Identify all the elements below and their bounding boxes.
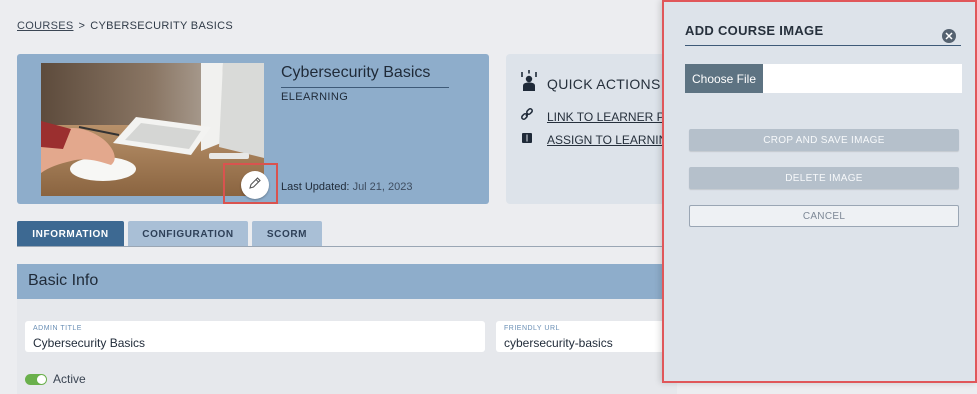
edit-image-button[interactable] — [241, 171, 269, 199]
person-raised-hand-icon — [520, 70, 538, 97]
tab-configuration[interactable]: CONFIGURATION — [128, 221, 248, 247]
pencil-icon — [248, 176, 262, 195]
assign-to-learning-plan-label: ASSIGN TO LEARNING PLAN — [547, 132, 676, 147]
close-button[interactable] — [942, 29, 956, 43]
friendly-url-field[interactable]: FRIENDLY URL cybersecurity-basics — [496, 321, 677, 352]
admin-title-label: ADMIN TITLE — [33, 325, 82, 332]
friendly-url-value: cybersecurity-basics — [504, 336, 613, 350]
link-to-learner-page[interactable]: LINK TO LEARNER PAGE — [520, 108, 676, 125]
crop-and-save-image-button[interactable]: CROP AND SAVE IMAGE — [689, 129, 959, 151]
course-tabs: INFORMATION CONFIGURATION SCORM — [17, 221, 326, 247]
link-to-learner-page-label: LINK TO LEARNER PAGE — [547, 109, 676, 124]
book-icon — [520, 131, 534, 148]
course-title: Cybersecurity Basics — [281, 64, 431, 81]
friendly-url-label: FRIENDLY URL — [504, 325, 560, 332]
breadcrumb: COURSES > CYBERSECURITY BASICS — [17, 20, 233, 32]
delete-image-button[interactable]: DELETE IMAGE — [689, 167, 959, 189]
active-toggle-label: Active — [53, 372, 86, 386]
tab-scorm[interactable]: SCORM — [252, 221, 322, 247]
last-updated-date: Jul 21, 2023 — [352, 181, 413, 193]
quick-actions-header: QUICK ACTIONS — [520, 70, 661, 97]
file-input[interactable]: Choose File — [685, 64, 962, 93]
basic-info-title: Basic Info — [28, 272, 99, 289]
link-icon — [520, 108, 534, 125]
course-title-divider — [281, 87, 449, 88]
admin-title-field[interactable]: ADMIN TITLE Cybersecurity Basics — [25, 321, 485, 352]
add-course-image-panel: ADD COURSE IMAGE Choose File CROP AND SA… — [662, 0, 977, 383]
last-updated-label: Last Updated: — [281, 181, 353, 193]
basic-info-header: Basic Info — [17, 264, 677, 299]
choose-file-button[interactable]: Choose File — [685, 64, 763, 93]
tab-information[interactable]: INFORMATION — [17, 221, 124, 247]
active-toggle[interactable] — [25, 373, 47, 385]
quick-actions-panel: QUICK ACTIONS LINK TO LEARNER PAGE ASSIG… — [506, 54, 676, 204]
active-toggle-row: Active — [25, 372, 86, 386]
modal-title: ADD COURSE IMAGE — [685, 23, 824, 38]
breadcrumb-current: CYBERSECURITY BASICS — [90, 20, 233, 32]
breadcrumb-courses-link[interactable]: COURSES — [17, 20, 74, 32]
tabs-divider — [17, 246, 677, 247]
basic-info-section: Basic Info ADMIN TITLE Cybersecurity Bas… — [17, 264, 677, 394]
breadcrumb-separator: > — [78, 20, 86, 32]
quick-actions-title: QUICK ACTIONS — [547, 75, 661, 92]
assign-to-learning-plan[interactable]: ASSIGN TO LEARNING PLAN — [520, 131, 676, 148]
modal-title-divider — [685, 45, 961, 46]
last-updated-text: Last Updated: Jul 21, 2023 — [281, 181, 413, 193]
admin-title-value: Cybersecurity Basics — [33, 336, 146, 350]
cancel-button[interactable]: CANCEL — [689, 205, 959, 227]
course-type-label: ELEARNING — [281, 91, 349, 103]
course-header-card: Cybersecurity Basics ELEARNING Last Upda… — [17, 54, 489, 204]
close-icon — [945, 27, 953, 45]
